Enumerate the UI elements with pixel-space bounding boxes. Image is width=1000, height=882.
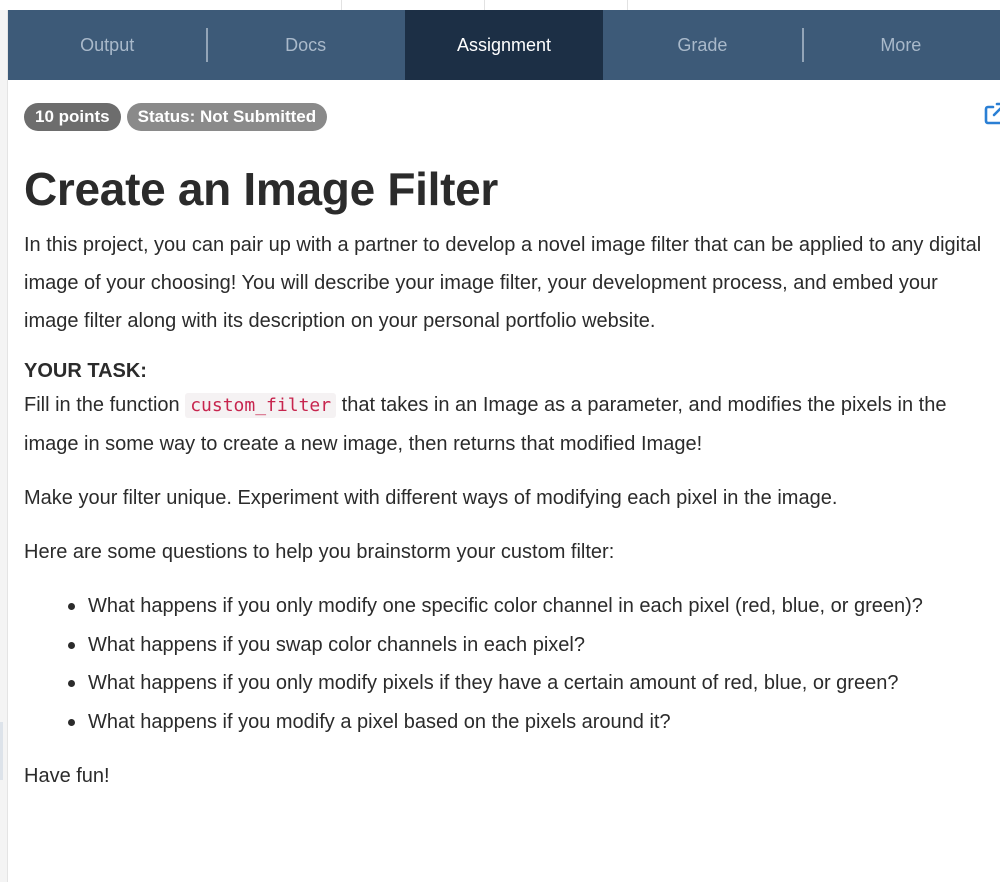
points-badge: 10 points — [24, 103, 121, 131]
top-strip-divider — [484, 0, 485, 10]
list-item: What happens if you only modify pixels i… — [68, 664, 992, 703]
top-strip-divider — [341, 0, 342, 10]
tab-docs[interactable]: Docs — [206, 10, 404, 80]
tab-bar: Output Docs Assignment Grade More — [8, 10, 1000, 80]
closing-text: Have fun! — [24, 765, 110, 787]
tab-output[interactable]: Output — [8, 10, 206, 80]
left-panel-marker — [0, 722, 3, 780]
tab-grade[interactable]: Grade — [603, 10, 801, 80]
task-text-before: Fill in the function — [24, 394, 186, 416]
tab-assignment[interactable]: Assignment — [404, 10, 604, 80]
badge-row: 10 points Status: Not Submitted — [24, 102, 1000, 131]
top-strip-divider — [627, 0, 628, 10]
top-strip — [0, 0, 1000, 10]
page-title: Create an Image Filter — [24, 163, 499, 215]
status-badge: Status: Not Submitted — [126, 103, 328, 131]
list-item: What happens if you modify a pixel based… — [68, 703, 992, 742]
function-name-code: custom_filter — [185, 393, 337, 418]
list-item: What happens if you swap color channels … — [68, 626, 992, 665]
questions-intro: Here are some questions to help you brai… — [24, 541, 615, 563]
questions-list: What happens if you only modify one spec… — [68, 587, 992, 742]
assignment-page: Output Docs Assignment Grade More 10 poi… — [0, 0, 1000, 882]
intro-paragraph: In this project, you can pair up with a … — [24, 234, 982, 332]
left-panel-edge — [0, 10, 8, 882]
tab-more[interactable]: More — [801, 10, 1000, 80]
external-link-icon[interactable] — [982, 101, 1000, 127]
task-paragraph: Fill in the function custom_filter that … — [24, 386, 992, 463]
task-heading: YOUR TASK: — [24, 360, 147, 382]
list-item: What happens if you only modify one spec… — [68, 587, 992, 626]
unique-paragraph: Make your filter unique. Experiment with… — [24, 487, 838, 509]
assignment-content: 10 points Status: Not Submitted Create a… — [24, 80, 1000, 795]
